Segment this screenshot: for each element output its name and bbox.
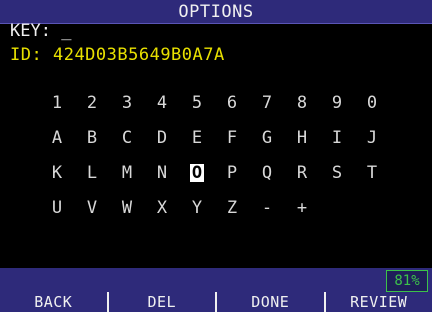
key-S[interactable]: S (324, 160, 350, 186)
key-9[interactable]: 9 (324, 90, 350, 116)
back-button[interactable]: BACK (0, 292, 109, 312)
key-F[interactable]: F (219, 125, 245, 151)
key-K[interactable]: K (44, 160, 70, 186)
keyboard-row: KLMNOPQRST (44, 160, 390, 195)
key-0[interactable]: 0 (359, 90, 385, 116)
device-screen: OPTIONS KEY: _ ID: 424D03B5649B0A7A 1234… (0, 0, 432, 312)
delete-button[interactable]: DEL (109, 292, 217, 312)
key-6[interactable]: 6 (219, 90, 245, 116)
key-A[interactable]: A (44, 125, 70, 151)
key-O[interactable]: O (184, 160, 210, 186)
key-E[interactable]: E (184, 125, 210, 151)
keyboard-row: ABCDEFGHIJ (44, 125, 390, 160)
key-P[interactable]: P (219, 160, 245, 186)
key-N[interactable]: N (149, 160, 175, 186)
key-C[interactable]: C (114, 125, 140, 151)
status-bar: 81% (0, 268, 432, 292)
key-M[interactable]: M (114, 160, 140, 186)
keyboard-row: U V W X Y Z - + (44, 195, 390, 230)
key-X[interactable]: X (149, 195, 175, 221)
key-1[interactable]: 1 (44, 90, 70, 116)
key-5[interactable]: 5 (184, 90, 210, 116)
key-Q[interactable]: Q (254, 160, 280, 186)
id-value: 424D03B5649B0A7A (52, 45, 225, 65)
softkey-bar: BACK DEL DONE REVIEW (0, 292, 432, 312)
key-field[interactable]: KEY: _ (10, 23, 71, 40)
done-button[interactable]: DONE (217, 292, 326, 312)
key-G[interactable]: G (254, 125, 280, 151)
key-3[interactable]: 3 (114, 90, 140, 116)
id-line: ID: 424D03B5649B0A7A (10, 45, 225, 65)
key-B[interactable]: B (79, 125, 105, 151)
battery-indicator: 81% (386, 270, 428, 292)
key-+[interactable]: + (289, 195, 315, 221)
page-title: OPTIONS (178, 2, 254, 22)
key-D[interactable]: D (149, 125, 175, 151)
key-Y[interactable]: Y (184, 195, 210, 221)
key-4[interactable]: 4 (149, 90, 175, 116)
key-J[interactable]: J (359, 125, 385, 151)
key-label: KEY: (10, 21, 51, 41)
key-Z[interactable]: Z (219, 195, 245, 221)
key-value: _ (61, 21, 72, 41)
key-H[interactable]: H (289, 125, 315, 151)
key-L[interactable]: L (79, 160, 105, 186)
review-button[interactable]: REVIEW (326, 292, 432, 312)
key-T[interactable]: T (359, 160, 385, 186)
id-label: ID: (10, 45, 43, 65)
key-2[interactable]: 2 (79, 90, 105, 116)
key--[interactable]: - (254, 195, 280, 221)
key-I[interactable]: I (324, 125, 350, 151)
character-keyboard: 1 2 3 4 5 6 7 8 9 0 A B C D E F G H I J K L M N O P Q R S T U V W X Y Z - + (44, 90, 390, 230)
key-8[interactable]: 8 (289, 90, 315, 116)
key-W[interactable]: W (114, 195, 140, 221)
key-7[interactable]: 7 (254, 90, 280, 116)
keyboard-row: 1234567890 (44, 90, 390, 125)
key-V[interactable]: V (79, 195, 105, 221)
key-R[interactable]: R (289, 160, 315, 186)
key-U[interactable]: U (44, 195, 70, 221)
